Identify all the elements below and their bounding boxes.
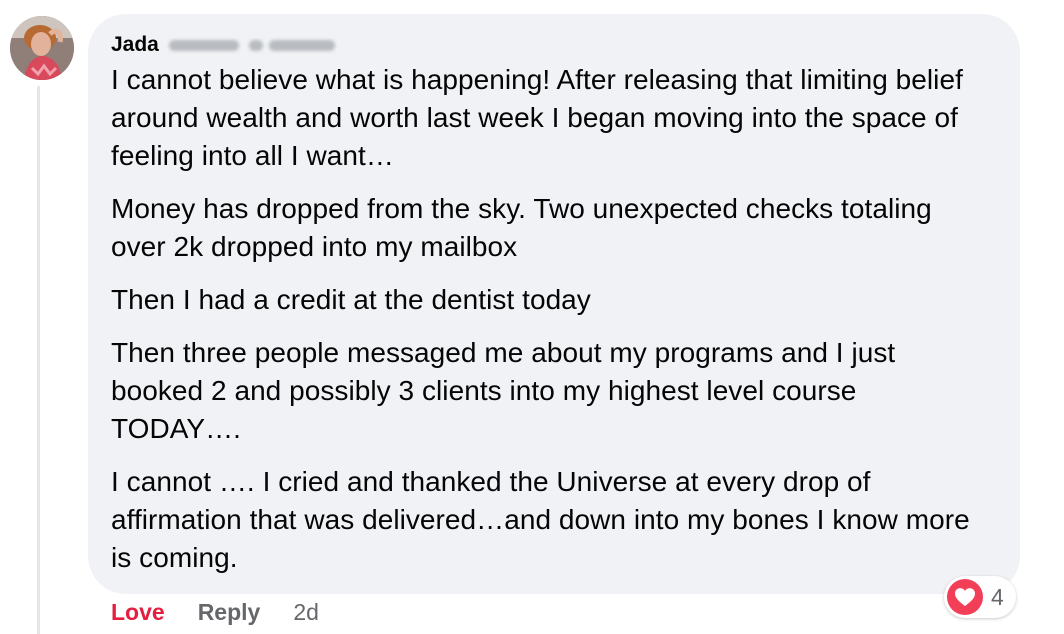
reaction-summary[interactable]: 4 — [944, 576, 1016, 618]
reaction-count: 4 — [991, 583, 1004, 610]
comment-timestamp[interactable]: 2d — [293, 596, 319, 628]
avatar[interactable] — [10, 16, 74, 80]
comment-paragraph: I cannot believe what is happening! Afte… — [111, 64, 963, 171]
comment-paragraph: Then three people messaged me about my p… — [111, 337, 896, 444]
reply-button[interactable]: Reply — [198, 596, 261, 628]
comment-text: I cannot believe what is happening! Afte… — [111, 61, 991, 577]
author-row: Jada — [111, 30, 998, 60]
love-button[interactable]: Love — [111, 596, 165, 628]
comment-actions: Love Reply 2d — [111, 596, 319, 628]
author-name[interactable]: Jada — [111, 30, 159, 60]
heart-icon — [947, 579, 983, 615]
comment-paragraph: I cannot …. I cried and thanked the Univ… — [111, 466, 970, 573]
comment-paragraph: Money has dropped from the sky. Two unex… — [111, 193, 932, 262]
author-name-redacted — [168, 36, 339, 54]
avatar-photo — [10, 16, 74, 80]
thread-line — [37, 86, 40, 634]
comment-bubble: Jada I cannot believe what is happening!… — [88, 14, 1020, 594]
comment-paragraph: Then I had a credit at the dentist today — [111, 284, 591, 315]
